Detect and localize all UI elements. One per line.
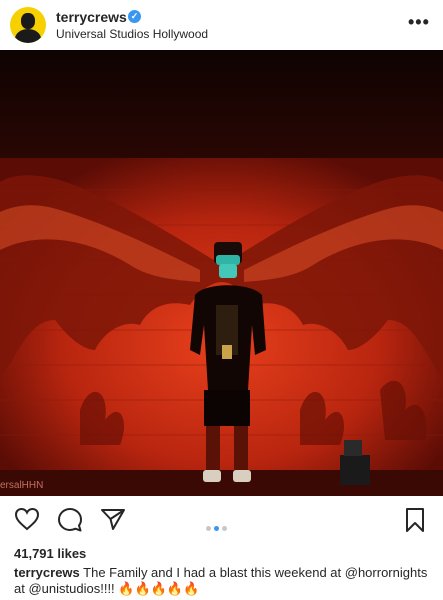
verified-badge-icon: ✓: [128, 10, 141, 23]
caption-text: at: [14, 581, 29, 596]
caption-username[interactable]: terrycrews: [14, 565, 80, 580]
post-caption: terrycrews The Family and I had a blast …: [14, 565, 434, 597]
post-action-bar: [0, 496, 443, 542]
post-header: terrycrews ✓ Universal Studios Hollywood…: [0, 0, 443, 50]
carousel-indicator: [206, 518, 230, 536]
caption-mention-unistudios[interactable]: @unistudios: [28, 581, 100, 596]
photo-watermark: ersalHHN: [0, 480, 44, 491]
caption-text: The Family and I had a blast this weeken…: [79, 565, 345, 580]
caption-text-emoji: !!!! 🔥🔥🔥🔥🔥: [100, 581, 200, 596]
more-options-icon[interactable]: •••: [408, 12, 430, 33]
bookmark-icon[interactable]: [404, 507, 426, 533]
photo-scene: [0, 50, 443, 496]
floor: [0, 470, 443, 496]
comment-icon[interactable]: [57, 507, 83, 533]
avatar-silhouette-body: [15, 29, 41, 43]
equipment-top: [344, 440, 362, 456]
carousel-dot: [222, 526, 227, 531]
share-icon[interactable]: [100, 507, 126, 531]
post-location[interactable]: Universal Studios Hollywood: [56, 27, 208, 41]
post-username[interactable]: terrycrews: [56, 9, 127, 25]
ceiling-shadow: [0, 50, 443, 162]
heart-icon[interactable]: [14, 507, 40, 531]
carousel-dot-active: [214, 526, 219, 531]
equipment-box: [340, 455, 370, 485]
carousel-dot: [206, 526, 211, 531]
profile-avatar[interactable]: [10, 7, 46, 43]
caption-mention-horrornights[interactable]: @horrornights: [345, 565, 428, 580]
avatar-silhouette-head: [21, 13, 35, 29]
likes-count[interactable]: 41,791 likes: [14, 546, 86, 561]
post-photo[interactable]: ersalHHN: [0, 50, 443, 496]
